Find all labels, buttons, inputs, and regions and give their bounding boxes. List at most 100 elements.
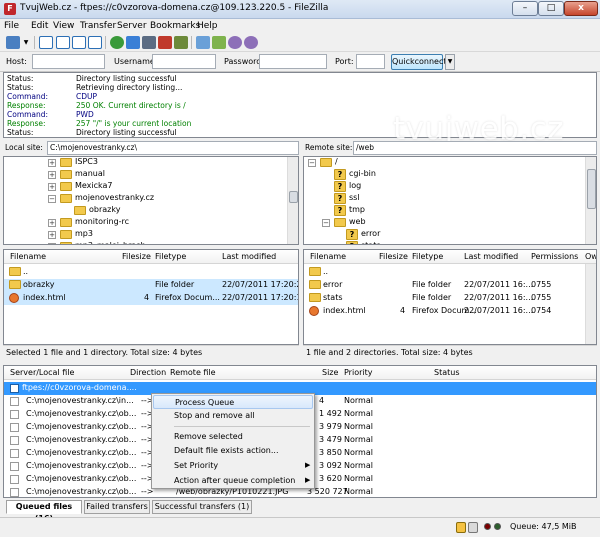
- file-row[interactable]: index.html 4 Firefox Docum... 22/07/2011…: [4, 292, 298, 305]
- disconnect-icon[interactable]: [158, 36, 172, 49]
- column-owner[interactable]: Ow: [585, 252, 596, 261]
- column-filename[interactable]: Filename: [310, 252, 346, 261]
- expand-icon[interactable]: +: [48, 171, 56, 179]
- menu-item-default-file-exists-action[interactable]: Default file exists action...: [153, 444, 313, 458]
- menu-item-remove-selected[interactable]: Remove selected: [153, 430, 313, 444]
- local-file-list-header: Filename Filesize Filetype Last modified: [4, 250, 298, 264]
- column-remote-file[interactable]: Remote file: [170, 368, 216, 377]
- column-filename[interactable]: Filename: [10, 252, 46, 261]
- tab-queued-files[interactable]: Queued files (16): [6, 500, 82, 523]
- local-tree-scrollbar[interactable]: [287, 157, 298, 244]
- expand-icon[interactable]: +: [48, 183, 56, 191]
- expand-icon[interactable]: +: [48, 219, 56, 227]
- menu-server[interactable]: Server: [117, 21, 147, 31]
- site-manager-dropdown-icon[interactable]: ▼: [22, 36, 30, 49]
- reconnect-icon[interactable]: [174, 36, 188, 49]
- toggle-remote-tree-icon[interactable]: [72, 36, 86, 49]
- queue-size: 3 479: [319, 435, 342, 444]
- host-input[interactable]: [32, 54, 105, 69]
- expand-icon[interactable]: +: [48, 159, 56, 167]
- remote-directory-tree[interactable]: −/ ?cgi-bin ?log ?ssl ?tmp −web ?error ?…: [303, 156, 597, 245]
- cancel-operation-icon[interactable]: [142, 36, 156, 49]
- folder-icon: [60, 218, 72, 227]
- menu-bookmarks[interactable]: Bookmarks: [150, 21, 200, 31]
- toggle-log-icon[interactable]: [39, 36, 53, 49]
- tree-node-label: mp3_malej_brash: [75, 241, 146, 244]
- column-filesize[interactable]: Filesize: [379, 252, 408, 261]
- title-bar[interactable]: F TvujWeb.cz - ftpes://c0vzorova-domena.…: [0, 0, 600, 19]
- column-status[interactable]: Status: [434, 368, 460, 377]
- search-remote-files-icon[interactable]: [244, 36, 258, 49]
- expand-icon[interactable]: +: [48, 231, 56, 239]
- quickconnect-bar: Host: Username: Password: Port: Quickcon…: [0, 52, 600, 72]
- local-path-input[interactable]: C:\mojenovestranky.cz\: [47, 141, 299, 155]
- file-row[interactable]: stats File folder 22/07/2011 16:... 0755…: [304, 292, 596, 305]
- column-direction[interactable]: Direction: [130, 368, 166, 377]
- file-row[interactable]: error File folder 22/07/2011 16:... 0755…: [304, 279, 596, 292]
- menu-view[interactable]: View: [53, 21, 74, 31]
- local-file-list[interactable]: Filename Filesize Filetype Last modified…: [3, 249, 299, 345]
- port-label: Port:: [335, 57, 354, 66]
- column-last-modified[interactable]: Last modified: [222, 252, 276, 261]
- remote-file-list-scrollbar[interactable]: [585, 264, 596, 344]
- password-input[interactable]: [259, 54, 327, 69]
- file-row[interactable]: index.html 4 Firefox Docum... 22/07/2011…: [304, 305, 596, 318]
- toggle-sync-browsing-icon[interactable]: [212, 36, 226, 49]
- queue-local-file: C:\mojenovestranky.cz\ob...: [26, 435, 137, 444]
- column-filetype[interactable]: Filetype: [412, 252, 443, 261]
- menu-file[interactable]: File: [4, 21, 19, 31]
- menu-help[interactable]: Help: [197, 21, 218, 31]
- process-queue-icon[interactable]: [126, 36, 140, 49]
- column-permissions[interactable]: Permissions: [531, 252, 578, 261]
- toggle-queue-icon[interactable]: [88, 36, 102, 49]
- menu-item-action-after-queue-completion[interactable]: Action after queue completion ▶: [153, 474, 313, 488]
- menu-item-label: Stop and remove all: [174, 411, 255, 420]
- tab-failed-transfers[interactable]: Failed transfers: [84, 500, 150, 514]
- scrollbar-thumb[interactable]: [289, 191, 298, 203]
- menu-item-stop-and-remove-all[interactable]: Stop and remove all: [153, 409, 313, 423]
- quickconnect-button[interactable]: Quickconnect: [391, 54, 447, 70]
- queue-size: 3 850: [319, 448, 342, 457]
- column-filetype[interactable]: Filetype: [155, 252, 186, 261]
- collapse-icon[interactable]: −: [322, 219, 330, 227]
- expand-icon[interactable]: +: [48, 243, 56, 244]
- username-input[interactable]: [152, 54, 216, 69]
- remote-file-list[interactable]: Filename Filesize Filetype Last modified…: [303, 249, 597, 345]
- local-directory-tree[interactable]: + ISPC3 + manual + Mexicka7 − mojenovestrank…: [3, 156, 299, 245]
- menu-transfer[interactable]: Transfer: [80, 21, 116, 31]
- close-button[interactable]: x: [564, 1, 598, 16]
- column-filesize[interactable]: Filesize: [122, 252, 151, 261]
- binary-mode-icon: [468, 522, 478, 533]
- menu-edit[interactable]: Edit: [31, 21, 48, 31]
- directory-listing-filters-icon[interactable]: [196, 36, 210, 49]
- compare-directories-icon[interactable]: [228, 36, 242, 49]
- collapse-icon[interactable]: −: [48, 195, 56, 203]
- remote-path-input[interactable]: /web: [353, 141, 597, 155]
- file-row[interactable]: obrazky File folder 22/07/2011 17:20:29: [4, 279, 298, 292]
- menu-item-set-priority[interactable]: Set Priority ▶: [153, 459, 313, 473]
- column-size[interactable]: Size: [322, 368, 338, 377]
- local-site-label: Local site:: [5, 143, 43, 152]
- maximize-button[interactable]: □: [538, 1, 564, 16]
- port-input[interactable]: [356, 54, 385, 69]
- column-server-local-file[interactable]: Server/Local file: [10, 368, 74, 377]
- file-row[interactable]: ..: [4, 266, 298, 279]
- tab-successful-transfers[interactable]: Successful transfers (1): [152, 500, 252, 514]
- remote-tree-scrollbar[interactable]: [585, 157, 596, 244]
- file-icon: [10, 475, 19, 484]
- site-manager-icon[interactable]: [6, 36, 20, 49]
- collapse-icon[interactable]: −: [308, 159, 316, 167]
- queue-size: 1 492: [319, 409, 342, 418]
- tree-node-label: tmp: [349, 205, 366, 214]
- file-row[interactable]: ..: [304, 266, 596, 279]
- column-last-modified[interactable]: Last modified: [464, 252, 518, 261]
- column-priority[interactable]: Priority: [344, 368, 372, 377]
- quickconnect-history-dropdown[interactable]: ▼: [445, 54, 455, 70]
- unknown-folder-icon: ?: [346, 229, 358, 240]
- menu-item-process-queue[interactable]: Process Queue: [153, 395, 313, 409]
- toggle-local-tree-icon[interactable]: [56, 36, 70, 49]
- minimize-button[interactable]: –: [512, 1, 538, 16]
- refresh-icon[interactable]: [110, 36, 124, 49]
- scrollbar-thumb[interactable]: [587, 169, 596, 209]
- log-type: Command:: [7, 92, 49, 101]
